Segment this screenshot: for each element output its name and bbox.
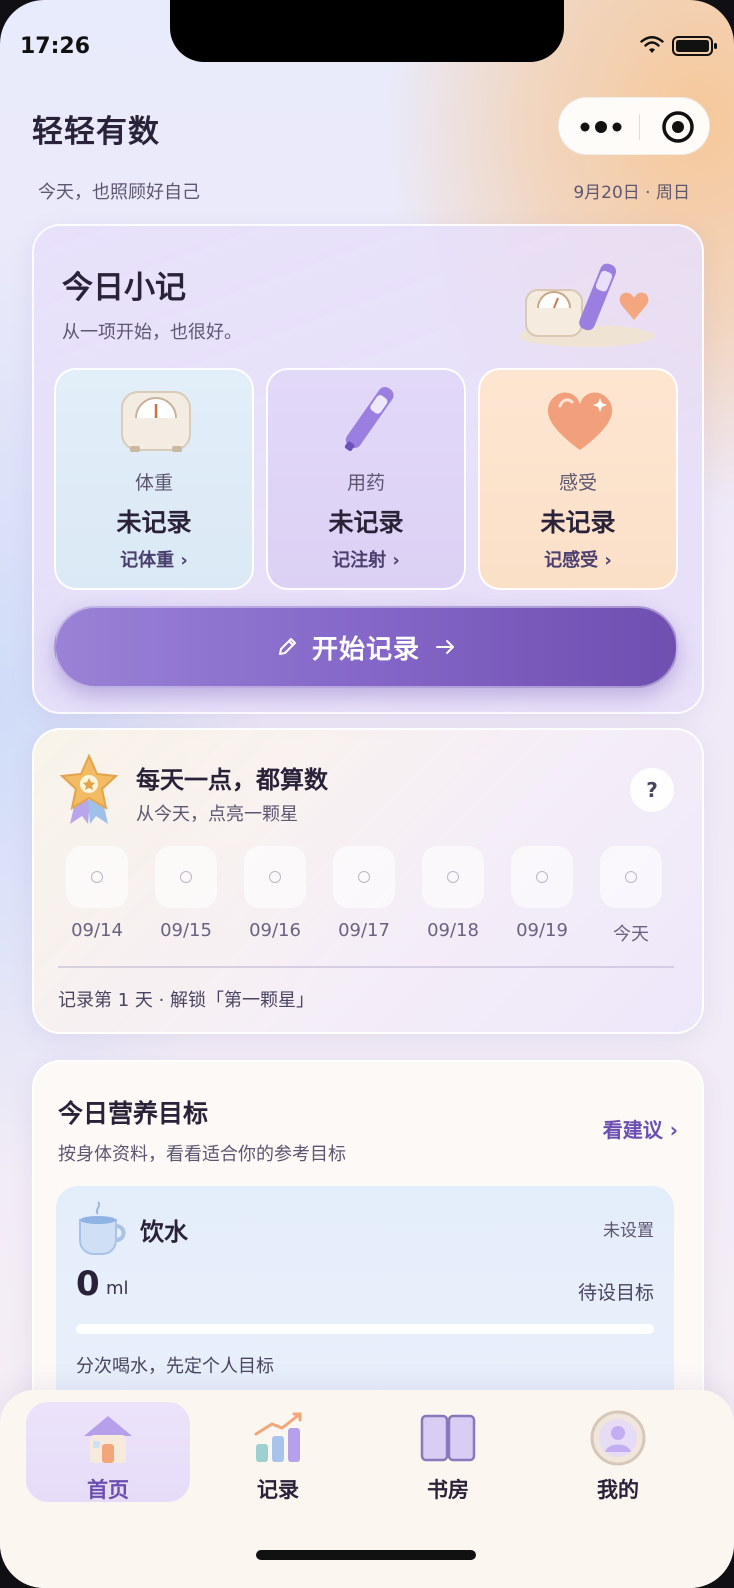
cup-icon [79,1201,126,1255]
tab-home[interactable]: 首页 [26,1402,190,1502]
status-time: 17:26 [20,34,91,59]
today-card-subtitle: 从一项开始，也很好。 [62,322,242,343]
start-record-label: 开始记录 [311,634,420,665]
water-progress-bar [76,1324,654,1334]
today-card-title: 今日小记 [62,270,186,306]
water-status: 未设置 [603,1221,654,1241]
book-icon [420,1414,476,1462]
scale-icon [121,391,191,452]
divider [58,966,674,968]
day-box [600,846,662,908]
status-bar: 17:26 [0,0,734,90]
tile-label: 用药 [346,472,385,494]
tab-profile[interactable]: 我的 [536,1402,700,1502]
empty-circle-icon [358,871,370,883]
record-injection-link[interactable]: 记注射 › [268,546,464,572]
day-box [244,846,306,908]
nutrition-title: 今日营养目标 [58,1099,209,1128]
heart-icon [547,392,613,450]
pencil-icon [278,638,296,655]
arrow-right-icon [436,640,454,654]
record-weight-link[interactable]: 记体重 › [56,546,252,572]
capsule-divider [639,114,640,140]
day-item[interactable]: 09/15 [153,846,219,941]
more-icon[interactable] [579,120,623,134]
day-box [422,846,484,908]
home-indicator [256,1550,476,1560]
day-item[interactable]: 09/17 [331,846,397,941]
help-button[interactable]: ? [630,768,674,812]
injection-pen-icon [344,387,394,451]
star-badge-icon [59,754,119,824]
day-box [155,846,217,908]
empty-circle-icon [269,871,281,883]
day-item[interactable]: 09/14 [64,846,130,941]
nutrition-subtitle: 按身体资料，看看适合你的参考目标 [58,1144,346,1165]
phone-screen: 17:26 轻轻有数 今天，也照顾好自己 9月20日 · 周日 今日小记 从一项… [0,0,734,1588]
day-label: 09/19 [516,920,568,941]
close-mini-program-icon[interactable] [661,110,695,144]
tile-status: 未记录 [116,508,192,537]
day-label: 09/15 [160,920,212,941]
today-record-card: 今日小记 从一项开始，也很好。 体重 未记录 记体重 › 用药 未记录 记注射 … [32,224,704,714]
water-value: 0 [76,1264,100,1304]
tab-label: 书房 [427,1478,469,1502]
wifi-icon [640,36,664,53]
notch [170,0,564,62]
day-box [333,846,395,908]
streak-subtitle: 从今天，点亮一颗星 [136,804,298,825]
tile-status: 未记录 [328,508,404,537]
scale-pen-heart-illustration-icon [519,263,655,347]
tab-record[interactable]: 记录 [196,1402,360,1502]
feeling-tile[interactable]: 感受 未记录 记感受 › [478,368,678,590]
day-box [511,846,573,908]
tab-label: 首页 [87,1478,129,1502]
app-title: 轻轻有数 [32,114,160,150]
streak-footer: 记录第 1 天 · 解锁「第一颗星」 [58,990,315,1011]
day-item-today[interactable]: 今天 [598,846,664,946]
empty-circle-icon [180,871,192,883]
mini-program-capsule [558,97,710,155]
empty-circle-icon [625,871,637,883]
day-box [66,846,128,908]
day-label: 09/17 [338,920,390,941]
header-subtitle: 今天，也照顾好自己 [38,182,200,203]
battery-icon [672,36,717,56]
day-label: 今天 [613,924,649,945]
streak-title: 每天一点，都算数 [136,766,328,794]
tab-library[interactable]: 书房 [366,1402,530,1502]
record-feeling-link[interactable]: 记感受 › [480,546,676,572]
view-advice-link[interactable]: 看建议 › [603,1114,678,1143]
home-icon [84,1416,132,1463]
empty-circle-icon [447,871,459,883]
empty-circle-icon [91,871,103,883]
day-label: 09/18 [427,920,479,941]
water-unit: ml [106,1278,129,1299]
chart-icon [254,1412,302,1462]
water-tip: 分次喝水，先定个人目标 [76,1356,274,1377]
day-label: 09/14 [71,920,123,941]
weight-tile[interactable]: 体重 未记录 记体重 › [54,368,254,590]
medication-tile[interactable]: 用药 未记录 记注射 › [266,368,466,590]
header-date: 9月20日 · 周日 [573,183,690,203]
day-label: 09/16 [249,920,301,941]
tile-label: 体重 [134,472,173,494]
tile-label: 感受 [558,472,597,494]
water-target: 待设目标 [577,1282,654,1304]
day-item[interactable]: 09/19 [509,846,575,941]
tile-status: 未记录 [540,508,616,537]
start-record-button[interactable]: 开始记录 [54,606,678,688]
water-title: 饮水 [140,1218,188,1246]
tab-label: 记录 [257,1478,299,1502]
day-item[interactable]: 09/18 [420,846,486,941]
day-item[interactable]: 09/16 [242,846,308,941]
empty-circle-icon [536,871,548,883]
streak-card: 每天一点，都算数 从今天，点亮一颗星 ? 09/14 09/15 09/16 0… [32,728,704,1034]
tab-label: 我的 [597,1478,639,1502]
profile-icon [590,1410,646,1466]
